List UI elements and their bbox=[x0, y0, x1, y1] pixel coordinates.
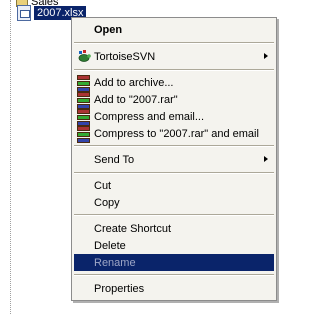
winrar-icon bbox=[77, 92, 90, 109]
menu-separator bbox=[74, 145, 274, 147]
menu-separator bbox=[74, 172, 274, 174]
menu-separator bbox=[74, 274, 274, 276]
menu-separator bbox=[74, 214, 274, 216]
menu-item-label: Delete bbox=[94, 239, 126, 252]
menu-item-compress-to-rar-and-email[interactable]: Compress to "2007.rar" and email bbox=[74, 125, 274, 143]
menu-item-label: Rename bbox=[94, 256, 136, 269]
menu-item-properties[interactable]: Properties bbox=[74, 280, 274, 297]
menu-item-compress-and-email[interactable]: Compress and email... bbox=[74, 108, 274, 126]
context-menu: Open TortoiseSVN Add to archive... Add t… bbox=[71, 17, 277, 301]
menu-item-label: Add to "2007.rar" bbox=[94, 93, 178, 106]
menu-item-create-shortcut[interactable]: Create Shortcut bbox=[74, 220, 274, 237]
menu-item-label: Open bbox=[94, 23, 123, 36]
menu-item-label: Compress and email... bbox=[94, 110, 205, 123]
menu-item-add-to-archive[interactable]: Add to archive... bbox=[74, 74, 274, 92]
tortoisesvn-icon bbox=[78, 50, 91, 62]
menu-item-open[interactable]: Open bbox=[74, 21, 274, 38]
menu-item-send-to[interactable]: Send To bbox=[74, 151, 274, 168]
menu-item-rename[interactable]: Rename bbox=[74, 254, 274, 271]
menu-item-label: Copy bbox=[94, 196, 120, 209]
menu-item-label: Properties bbox=[94, 282, 145, 295]
tree-connector-line bbox=[10, 0, 11, 314]
menu-item-label: Send To bbox=[94, 153, 135, 166]
menu-item-label: Compress to "2007.rar" and email bbox=[94, 127, 259, 140]
menu-item-label: Add to archive... bbox=[94, 76, 174, 89]
winrar-icon bbox=[77, 109, 90, 126]
menu-item-copy[interactable]: Copy bbox=[74, 194, 274, 211]
menu-item-label: TortoiseSVN bbox=[94, 50, 156, 63]
menu-separator bbox=[74, 69, 274, 71]
menu-item-label: Create Shortcut bbox=[94, 222, 172, 235]
menu-separator bbox=[74, 42, 274, 44]
menu-item-add-to-rar[interactable]: Add to "2007.rar" bbox=[74, 91, 274, 109]
menu-item-delete[interactable]: Delete bbox=[74, 237, 274, 254]
menu-item-label: Cut bbox=[94, 179, 112, 192]
winrar-icon bbox=[77, 126, 90, 143]
submenu-arrow-icon bbox=[264, 53, 268, 59]
winrar-icon bbox=[77, 75, 90, 92]
submenu-arrow-icon bbox=[264, 156, 268, 162]
menu-item-cut[interactable]: Cut bbox=[74, 177, 274, 194]
excel-file-icon bbox=[17, 5, 31, 21]
menu-item-tortoisesvn[interactable]: TortoiseSVN bbox=[74, 48, 274, 65]
